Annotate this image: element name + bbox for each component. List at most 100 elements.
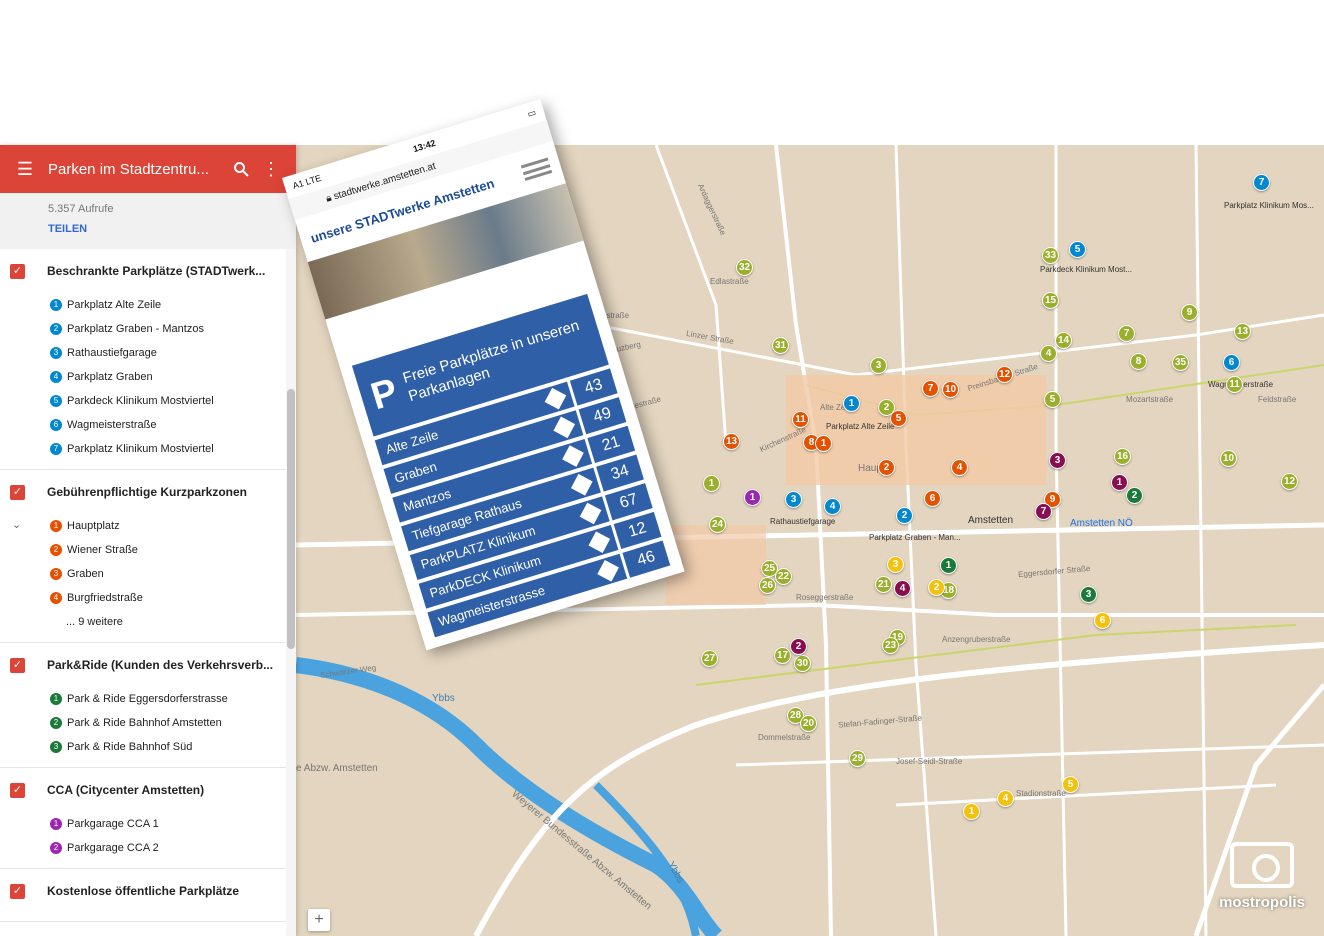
- layer-item[interactable]: 1 Parkplatz Alte Zeile: [0, 293, 296, 317]
- layer-checkbox[interactable]: ✓: [10, 657, 25, 673]
- direction-sign-icon: [579, 502, 602, 525]
- more-items-link[interactable]: ... 9 weitere: [0, 610, 296, 634]
- map-pin-marker[interactable]: 22: [775, 568, 792, 585]
- map-pin-marker[interactable]: 10: [942, 381, 959, 398]
- map-pin-marker[interactable]: 2: [878, 459, 895, 476]
- layer-item[interactable]: 1 Parkgarage CCA 1: [0, 812, 296, 836]
- collapse-chevron-icon[interactable]: ⌄: [12, 518, 21, 531]
- layer-item[interactable]: 2 Park & Ride Bahnhof Amstetten: [0, 711, 296, 735]
- map-pin-marker[interactable]: 2: [878, 399, 895, 416]
- layer-item[interactable]: 2 Parkgarage CCA 2: [0, 836, 296, 860]
- map-pin-marker[interactable]: 9: [1181, 304, 1198, 321]
- map-pin-marker[interactable]: 32: [736, 259, 753, 276]
- map-pin-marker[interactable]: 2: [1126, 487, 1143, 504]
- map-pin-marker[interactable]: 3: [1049, 452, 1066, 469]
- map-pin-marker[interactable]: 5: [1062, 776, 1079, 793]
- map-pin-marker[interactable]: 13: [1234, 323, 1251, 340]
- layer-item[interactable]: 7 Parkplatz Klinikum Mostviertel: [0, 437, 296, 461]
- battery-icon: ▭: [526, 106, 538, 119]
- map-pin-marker[interactable]: 2: [928, 579, 945, 596]
- map-pin-marker[interactable]: 31: [772, 337, 789, 354]
- layer-item[interactable]: 3 Graben: [0, 562, 296, 586]
- layer-header[interactable]: ✓ CCA (Citycenter Amstetten): [0, 768, 296, 812]
- map-pin-marker[interactable]: 5: [1069, 241, 1086, 258]
- map-pin-marker[interactable]: 10: [1220, 450, 1237, 467]
- layer-item[interactable]: 2 Wiener Straße: [0, 538, 296, 562]
- map-pin-marker[interactable]: 20: [800, 715, 817, 732]
- scrollbar-thumb[interactable]: [287, 389, 295, 649]
- map-pin-marker[interactable]: 11: [792, 411, 809, 428]
- map-pin-marker[interactable]: 33: [1042, 247, 1059, 264]
- map-pin-marker[interactable]: 1: [1111, 474, 1128, 491]
- map-pin-marker[interactable]: 2: [896, 507, 913, 524]
- map-pin-marker[interactable]: 4: [951, 459, 968, 476]
- map-pin-marker[interactable]: 3: [1080, 586, 1097, 603]
- map-pin-marker[interactable]: 2: [790, 638, 807, 655]
- layer-checkbox[interactable]: ✓: [10, 484, 25, 500]
- zoom-in-button[interactable]: +: [308, 909, 330, 931]
- map-pin-marker[interactable]: 23: [882, 637, 899, 654]
- layer-item[interactable]: 4 Parkplatz Graben: [0, 365, 296, 389]
- layer-item[interactable]: 3 Rathaustiefgarage: [0, 341, 296, 365]
- map-pin-marker[interactable]: 1: [940, 557, 957, 574]
- map-pin-marker[interactable]: 1: [843, 395, 860, 412]
- layer-checkbox[interactable]: ✓: [10, 782, 25, 798]
- layer-item-label: Park & Ride Bahnhof Amstetten: [67, 717, 222, 729]
- map-pin-marker[interactable]: 4: [1040, 345, 1057, 362]
- map-pin-marker[interactable]: 12: [1281, 473, 1298, 490]
- layer-header[interactable]: ✓ Kostenlose öffentliche Parkplätze: [0, 869, 296, 913]
- road-label-mozart: Mozartstraße: [1126, 395, 1174, 404]
- map-pin-marker[interactable]: 1: [815, 435, 832, 452]
- map-pin-marker[interactable]: 1: [963, 803, 980, 820]
- map-pin-marker[interactable]: 6: [924, 490, 941, 507]
- map-pin-marker[interactable]: 11: [1226, 376, 1243, 393]
- layer-header[interactable]: ✓ Park&Ride (Kunden des Verkehrsverb...: [0, 643, 296, 687]
- map-pin-marker[interactable]: 7: [922, 380, 939, 397]
- map-pin-marker[interactable]: 17: [774, 647, 791, 664]
- map-pin-marker[interactable]: 1: [703, 475, 720, 492]
- map-pin-marker[interactable]: 14: [1055, 332, 1072, 349]
- layer-header[interactable]: ✓ Beschrankte Parkplätze (STADTwerk...: [0, 249, 296, 293]
- map-pin-marker[interactable]: 12: [996, 366, 1013, 383]
- map-pin-marker[interactable]: 24: [709, 516, 726, 533]
- share-button[interactable]: TEILEN: [48, 223, 296, 235]
- layer-item[interactable]: 6 Wagmeisterstraße: [0, 413, 296, 437]
- map-pin-marker[interactable]: 1: [744, 489, 761, 506]
- layer-header[interactable]: ✓ Gebührenpflichtige Kurzparkzonen: [0, 470, 296, 514]
- map-pin-marker[interactable]: 5: [1044, 391, 1061, 408]
- layer-item[interactable]: 3 Park & Ride Bahnhof Süd: [0, 735, 296, 759]
- sidebar-scrollbar[interactable]: [286, 249, 296, 936]
- menu-icon[interactable]: ☰: [10, 154, 40, 184]
- map-pin-marker[interactable]: 15: [1042, 292, 1059, 309]
- map-pin-marker[interactable]: 6: [1094, 612, 1111, 629]
- layer-item[interactable]: 1 Park & Ride Eggersdorferstrasse: [0, 687, 296, 711]
- layer-item[interactable]: 5 Parkdeck Klinikum Mostviertel: [0, 389, 296, 413]
- map-pin-marker[interactable]: 30: [794, 655, 811, 672]
- watermark: mostropolis: [1212, 842, 1312, 911]
- map-pin-marker[interactable]: 6: [1223, 354, 1240, 371]
- map-pin-marker[interactable]: 29: [849, 750, 866, 767]
- map-pin-marker[interactable]: 7: [1035, 503, 1052, 520]
- map-pin-marker[interactable]: 4: [997, 790, 1014, 807]
- map-pin-marker[interactable]: 4: [894, 580, 911, 597]
- search-icon[interactable]: [226, 154, 256, 184]
- map-pin-marker[interactable]: 13: [723, 433, 740, 450]
- map-pin-marker[interactable]: 21: [875, 576, 892, 593]
- map-pin-marker[interactable]: 3: [887, 556, 904, 573]
- map-pin-marker[interactable]: 27: [701, 650, 718, 667]
- place-label-graben-mantzos: Parkplatz Graben - Man...: [869, 533, 961, 542]
- map-pin-marker[interactable]: 3: [785, 491, 802, 508]
- map-pin-marker[interactable]: 4: [824, 498, 841, 515]
- map-pin-marker[interactable]: 16: [1114, 448, 1131, 465]
- layer-item[interactable]: ⌄ 1 Hauptplatz: [0, 514, 296, 538]
- map-pin-marker[interactable]: 7: [1118, 325, 1135, 342]
- layer-item[interactable]: 4 Burgfriedstraße: [0, 586, 296, 610]
- map-pin-marker[interactable]: 26: [759, 577, 776, 594]
- map-pin-marker[interactable]: 7: [1253, 174, 1270, 191]
- map-pin-marker[interactable]: 35: [1172, 354, 1189, 371]
- map-pin-marker[interactable]: 8: [1130, 353, 1147, 370]
- layer-item[interactable]: 2 Parkplatz Graben - Mantzos: [0, 317, 296, 341]
- layer-checkbox[interactable]: ✓: [10, 883, 25, 899]
- layer-checkbox[interactable]: ✓: [10, 263, 25, 279]
- map-pin-marker[interactable]: 3: [870, 357, 887, 374]
